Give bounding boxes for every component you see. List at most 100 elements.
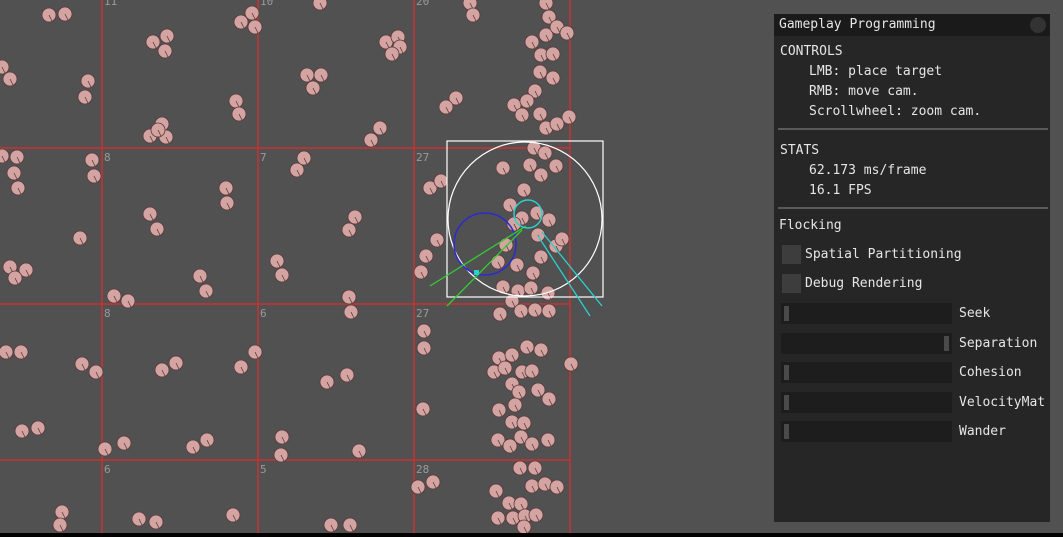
agent — [52, 517, 68, 533]
separator-1 — [778, 128, 1048, 130]
agent — [168, 355, 184, 371]
agent — [0, 59, 10, 75]
agent — [273, 447, 289, 463]
agent — [538, 0, 554, 11]
control-item-lmb: LMB: place target — [809, 64, 943, 79]
agent — [30, 420, 46, 436]
agent — [149, 221, 165, 237]
slider-grab[interactable] — [784, 424, 789, 439]
agent — [142, 206, 158, 222]
agent — [416, 323, 432, 339]
agent — [516, 519, 532, 533]
agent — [528, 507, 544, 523]
agent — [9, 149, 25, 165]
spatial-partitioning-label: Spatial Partitioning — [805, 247, 962, 262]
velocity-line — [429, 225, 527, 287]
grid-cell-count: 6 — [260, 307, 267, 320]
agent — [86, 168, 102, 184]
agent — [225, 507, 241, 523]
agent — [554, 231, 570, 247]
agent — [289, 162, 305, 178]
wander-weight-label: Wander — [959, 424, 1006, 439]
agent — [415, 401, 431, 417]
wander-weight-slider[interactable] — [781, 421, 952, 442]
agent — [488, 483, 504, 499]
agent — [233, 359, 249, 375]
agent — [351, 443, 367, 459]
separator-2 — [778, 207, 1048, 209]
agent — [533, 249, 549, 265]
seek-weight-label: Seek — [959, 306, 991, 321]
agent — [433, 173, 449, 189]
agent — [198, 283, 214, 299]
agent — [492, 306, 508, 322]
agent — [516, 182, 532, 198]
agent — [0, 344, 14, 360]
slider-grab[interactable] — [784, 395, 789, 410]
slider-grab[interactable] — [944, 336, 949, 351]
agent — [523, 280, 539, 296]
agent — [10, 180, 26, 196]
agent — [497, 360, 513, 376]
agent — [502, 438, 518, 454]
control-item-scroll: Scrollwheel: zoom cam. — [809, 104, 982, 119]
control-item-rmb: RMB: move cam. — [809, 84, 919, 99]
agent — [13, 344, 29, 360]
separation-weight-slider[interactable] — [781, 333, 952, 354]
seek-weight-slider[interactable] — [781, 303, 952, 324]
spatial-partitioning-checkbox[interactable] — [782, 245, 801, 264]
controls-header: CONTROLS — [780, 44, 843, 59]
agent — [524, 34, 540, 50]
agent — [120, 293, 136, 309]
panel-title: Gameplay Programming — [779, 17, 936, 32]
agent — [541, 391, 557, 407]
agent — [512, 460, 528, 476]
agent — [418, 248, 434, 264]
cohesion-weight-slider[interactable] — [781, 362, 952, 383]
debug-rendering-checkbox[interactable] — [782, 274, 801, 293]
agent — [516, 415, 532, 431]
cohesion-weight-label: Cohesion — [959, 365, 1022, 380]
agent — [247, 344, 263, 360]
agent — [495, 160, 511, 176]
agent — [563, 356, 579, 372]
agent — [97, 441, 113, 457]
agent — [80, 73, 96, 89]
agent — [514, 107, 530, 123]
collapse-button[interactable] — [1030, 17, 1046, 33]
debug-rendering-label: Debug Rendering — [805, 276, 923, 291]
agent — [77, 89, 93, 105]
agent — [524, 478, 540, 494]
agent — [541, 303, 557, 319]
slider-grab[interactable] — [784, 365, 789, 380]
agent — [145, 34, 161, 50]
grid-cell-count: 7 — [260, 151, 267, 164]
agent — [341, 289, 357, 305]
agent — [231, 106, 247, 122]
agent — [244, 5, 260, 21]
agent — [192, 268, 208, 284]
agent — [312, 0, 328, 11]
agent — [527, 302, 543, 318]
agent — [218, 180, 234, 196]
velocity-match-weight-slider[interactable] — [781, 392, 952, 413]
agent — [319, 374, 335, 390]
agent — [7, 270, 23, 286]
grid-cell-count: 27 — [416, 151, 429, 164]
agent — [525, 265, 541, 281]
agent — [131, 511, 147, 527]
agent — [491, 402, 507, 418]
agent — [154, 362, 170, 378]
agent — [559, 25, 575, 41]
agent — [425, 474, 441, 490]
agent — [339, 367, 355, 383]
agent — [41, 7, 57, 23]
agent — [347, 209, 363, 225]
agent — [14, 423, 30, 439]
panel-titlebar[interactable]: Gameplay Programming — [774, 14, 1050, 36]
agent — [524, 436, 540, 452]
gameplay-programming-panel[interactable]: Gameplay Programming CONTROLS LMB: place… — [774, 14, 1050, 522]
agent — [157, 43, 173, 59]
agent — [429, 232, 445, 248]
slider-grab[interactable] — [784, 306, 789, 321]
